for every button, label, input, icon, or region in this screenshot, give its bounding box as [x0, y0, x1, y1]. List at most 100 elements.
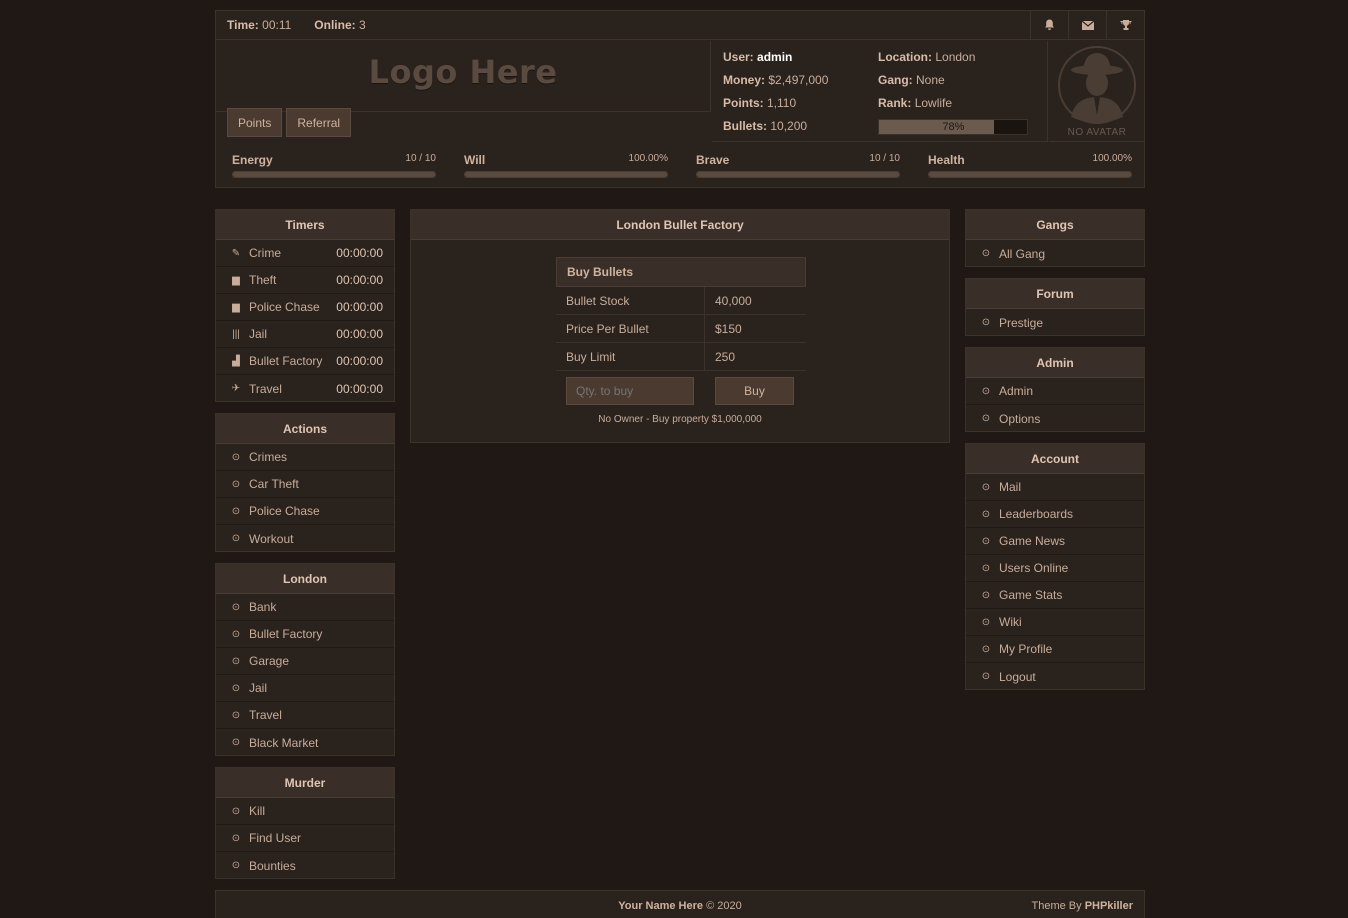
- circle-dot-icon: ⊙: [981, 562, 991, 574]
- top-bar: Time: 00:11 Online: 3: [216, 11, 1144, 40]
- trophy-icon[interactable]: [1106, 11, 1144, 39]
- actions-panel: Actions ⊙ Crimes ⊙ Car Theft ⊙ Police Chase…: [215, 413, 395, 552]
- circle-dot-icon: ⊙: [231, 860, 241, 871]
- circle-dot-icon: ⊙: [981, 248, 991, 259]
- footer-theme: Theme By PHPkiller: [1031, 900, 1133, 912]
- nav-bank[interactable]: ⊙ Bank: [216, 594, 394, 621]
- car-icon: ▆: [232, 274, 240, 286]
- will-bar: Will 100.00%: [448, 143, 680, 189]
- crime-icon: ✎: [231, 247, 241, 259]
- london-title: London: [216, 564, 394, 594]
- nav-travel[interactable]: ⊙ Travel: [216, 702, 394, 729]
- circle-dot-icon: ⊙: [981, 413, 991, 424]
- nav-black-market[interactable]: ⊙ Black Market: [216, 729, 394, 756]
- admin-title: Admin: [966, 348, 1144, 378]
- rank-progress-fill: 78%: [879, 120, 995, 134]
- nav-users-online[interactable]: ⊙ Users Online: [966, 555, 1144, 582]
- stat-bars: Energy 10 / 10 Will 100.00% Brave 10 / 1…: [216, 143, 1144, 189]
- timers-title: Timers: [216, 210, 394, 240]
- footer: Your Name Here © 2020 Theme By PHPkiller: [215, 890, 1145, 918]
- brave-bar: Brave 10 / 10: [680, 143, 912, 189]
- referral-button[interactable]: Referral: [286, 108, 352, 137]
- nav-all-gang[interactable]: ⊙ All Gang: [966, 240, 1144, 267]
- circle-dot-icon: ⊙: [231, 709, 241, 721]
- user-row: User: admin: [723, 50, 793, 64]
- circle-dot-icon: ⊙: [231, 628, 241, 640]
- rank-progress-bar: 78%: [878, 119, 1028, 135]
- online-stat[interactable]: Online: 3: [303, 18, 365, 32]
- circle-dot-icon: ⊙: [981, 535, 991, 547]
- nav-bullet-factory[interactable]: ⊙ Bullet Factory: [216, 621, 394, 648]
- circle-dot-icon: ⊙: [231, 805, 241, 817]
- police-car-icon: ▆: [232, 301, 240, 313]
- nav-admin[interactable]: ⊙ Admin: [966, 378, 1144, 405]
- circle-dot-icon: ⊙: [981, 317, 991, 328]
- buy-bullets-title: Buy Bullets: [556, 257, 806, 287]
- footer-copyright: Your Name Here © 2020: [618, 900, 742, 912]
- envelope-icon[interactable]: [1068, 11, 1106, 39]
- buy-button[interactable]: Buy: [715, 377, 794, 405]
- bell-icon[interactable]: [1030, 11, 1068, 39]
- points-button[interactable]: Points: [227, 108, 283, 137]
- circle-dot-icon: ⊙: [981, 481, 991, 493]
- buy-bullets-box: Buy Bullets Bullet Stock 40,000 Price Per…: [556, 257, 806, 411]
- nav-find-user[interactable]: ⊙ Find User: [216, 825, 394, 852]
- avatar[interactable]: NO AVATAR: [1049, 41, 1145, 142]
- table-row: Bullet Stock 40,000: [556, 287, 806, 315]
- nav-logout[interactable]: ⊙ Logout: [966, 663, 1144, 690]
- bullet-factory-panel: London Bullet Factory Buy Bullets Bullet…: [410, 209, 950, 443]
- nav-leaderboards[interactable]: ⊙ Leaderboards: [966, 501, 1144, 528]
- nav-game-news[interactable]: ⊙ Game News: [966, 528, 1144, 555]
- gangs-panel: Gangs ⊙ All Gang: [965, 209, 1145, 267]
- money-row: Money: $2,497,000: [723, 73, 829, 87]
- health-bar: Health 100.00%: [912, 143, 1144, 189]
- timer-crime[interactable]: ✎ Crime 00:00:00: [216, 240, 394, 267]
- qty-input[interactable]: [566, 377, 694, 405]
- nav-garage[interactable]: ⊙ Garage: [216, 648, 394, 675]
- user-info: User: admin Money: $2,497,000 Points: 1,…: [712, 41, 1048, 142]
- nav-car-theft[interactable]: ⊙ Car Theft: [216, 471, 394, 498]
- rank-row: Rank: Lowlife: [878, 96, 953, 110]
- timer-bullet-factory[interactable]: ▟ Bullet Factory 00:00:00: [216, 348, 394, 375]
- logo[interactable]: Logo Here: [369, 53, 558, 91]
- forum-title: Forum: [966, 279, 1144, 309]
- nav-workout[interactable]: ⊙ Workout: [216, 525, 394, 552]
- theme-author-link[interactable]: PHPkiller: [1085, 900, 1133, 912]
- nav-wiki[interactable]: ⊙ Wiki: [966, 609, 1144, 636]
- timer-travel[interactable]: ✈ Travel 00:00:00: [216, 375, 394, 402]
- timer-jail[interactable]: ||| Jail 00:00:00: [216, 321, 394, 348]
- circle-dot-icon: ⊙: [981, 616, 991, 628]
- energy-bar: Energy 10 / 10: [216, 143, 448, 189]
- circle-dot-icon: ⊙: [231, 533, 241, 544]
- circle-dot-icon: ⊙: [981, 643, 991, 655]
- timer-police-chase[interactable]: ▆ Police Chase 00:00:00: [216, 294, 394, 321]
- no-avatar-label: NO AVATAR: [1067, 127, 1127, 138]
- nav-jail[interactable]: ⊙ Jail: [216, 675, 394, 702]
- location-row: Location: London: [878, 50, 976, 64]
- table-row: Price Per Bullet $150: [556, 315, 806, 343]
- gangs-title: Gangs: [966, 210, 1144, 240]
- header: Time: 00:11 Online: 3 Logo Here Points R…: [215, 10, 1145, 188]
- admin-panel: Admin ⊙ Admin ⊙ Options: [965, 347, 1145, 432]
- nav-kill[interactable]: ⊙ Kill: [216, 798, 394, 825]
- forum-panel: Forum ⊙ Prestige: [965, 278, 1145, 336]
- plane-icon: ✈: [231, 383, 241, 394]
- london-panel: London ⊙ Bank ⊙ Bullet Factory ⊙ Garage ⊙ Ja…: [215, 563, 395, 756]
- nav-bounties[interactable]: ⊙ Bounties: [216, 852, 394, 879]
- account-title: Account: [966, 444, 1144, 474]
- nav-crimes[interactable]: ⊙ Crimes: [216, 444, 394, 471]
- circle-dot-icon: ⊙: [231, 478, 241, 490]
- nav-options[interactable]: ⊙ Options: [966, 405, 1144, 432]
- owner-text[interactable]: No Owner - Buy property $1,000,000: [411, 414, 949, 425]
- nav-mail[interactable]: ⊙ Mail: [966, 474, 1144, 501]
- factory-icon: ▟: [232, 355, 240, 367]
- nav-prestige[interactable]: ⊙ Prestige: [966, 309, 1144, 336]
- time-stat: Time: 00:11: [227, 18, 292, 32]
- username[interactable]: admin: [757, 50, 792, 64]
- nav-police-chase[interactable]: ⊙ Police Chase: [216, 498, 394, 525]
- nav-game-stats[interactable]: ⊙ Game Stats: [966, 582, 1144, 609]
- timers-panel: Timers ✎ Crime 00:00:00 ▆ Theft 00:00:00 ▆ Po…: [215, 209, 395, 402]
- nav-my-profile[interactable]: ⊙ My Profile: [966, 636, 1144, 663]
- timer-theft[interactable]: ▆ Theft 00:00:00: [216, 267, 394, 294]
- murder-title: Murder: [216, 768, 394, 798]
